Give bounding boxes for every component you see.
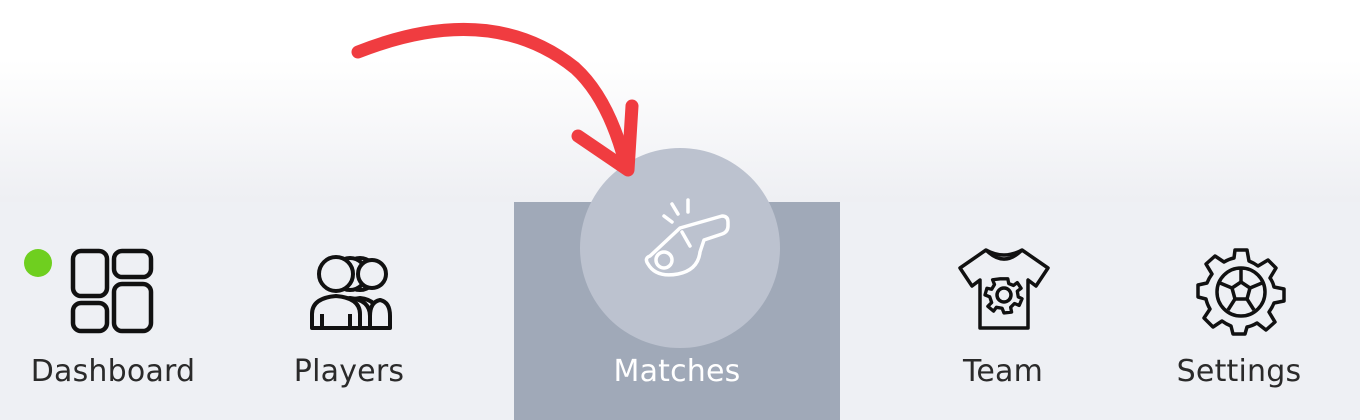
online-status-dot xyxy=(24,249,52,277)
dashboard-grid-icon xyxy=(70,248,154,334)
tab-players-label: Players xyxy=(293,354,405,389)
tab-players[interactable]: Players xyxy=(236,202,462,420)
tab-team-label: Team xyxy=(962,354,1044,389)
bottom-tab-bar: Dashboard Players Matches Team Settings xyxy=(0,148,1360,420)
whistle-icon xyxy=(644,198,730,277)
tab-settings[interactable]: Settings xyxy=(1126,202,1352,420)
curved-arrow-icon xyxy=(351,22,639,177)
tab-matches-label: Matches xyxy=(613,354,741,389)
team-jersey-icon xyxy=(958,248,1050,330)
tab-dashboard[interactable]: Dashboard xyxy=(0,202,226,420)
tab-matches[interactable]: Matches xyxy=(514,148,840,420)
gear-ball-icon xyxy=(1196,248,1286,336)
tab-team[interactable]: Team xyxy=(890,202,1116,420)
players-group-icon xyxy=(310,255,392,330)
tab-settings-label: Settings xyxy=(1176,354,1302,389)
tab-dashboard-label: Dashboard xyxy=(30,354,196,389)
